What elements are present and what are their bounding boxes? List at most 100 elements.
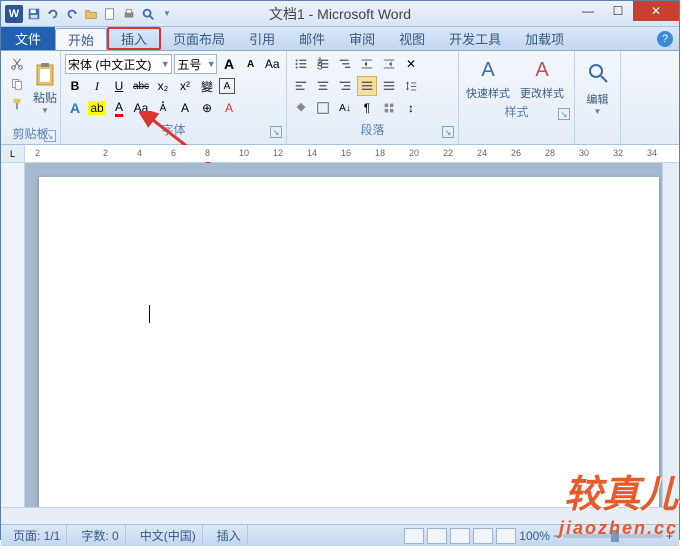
italic-button[interactable]: I: [87, 76, 107, 96]
border-char-button[interactable]: A: [219, 78, 235, 94]
shading-button[interactable]: [291, 98, 311, 118]
bullets-button[interactable]: [291, 54, 311, 74]
group-paragraph: 123 ✕ A↓ ¶ ↕ 段落↘: [287, 51, 459, 144]
clear-format-button[interactable]: A: [219, 98, 239, 118]
superscript-button[interactable]: x²: [175, 76, 195, 96]
document-page[interactable]: [39, 177, 659, 507]
status-mode[interactable]: 插入: [211, 525, 248, 546]
font-color-button[interactable]: A: [109, 98, 129, 118]
char-scale-button[interactable]: A: [175, 98, 195, 118]
decrease-indent-button[interactable]: [357, 54, 377, 74]
shrink-font-button[interactable]: A: [241, 54, 261, 74]
align-center-button[interactable]: [313, 76, 333, 96]
app-window: W ▼ 文档1 - Microsoft Word — ☐ ✕ 文件 开始 插入 …: [0, 0, 680, 540]
strike-button[interactable]: abc: [131, 76, 151, 96]
page-viewport[interactable]: [25, 163, 679, 507]
word-logo-icon: W: [5, 5, 23, 23]
font-name-combo[interactable]: ▼: [65, 54, 172, 74]
sort-button[interactable]: A↓: [335, 98, 355, 118]
ruler-corner[interactable]: L: [1, 145, 25, 162]
quick-styles-button[interactable]: A 快速样式: [463, 55, 513, 101]
change-case-button[interactable]: Aa: [262, 54, 282, 74]
numbering-button[interactable]: 123: [313, 54, 333, 74]
tab-insert[interactable]: 插入: [107, 27, 161, 50]
circle-char-button[interactable]: ⊕: [197, 98, 217, 118]
paste-button[interactable]: 粘贴 ▼: [29, 53, 61, 123]
tab-addins[interactable]: 加载项: [513, 27, 576, 50]
paragraph-launcher[interactable]: ↘: [442, 126, 454, 138]
ruler-h-track[interactable]: 2246810121416182022242628303234: [25, 145, 679, 162]
subscript-button[interactable]: x₂: [153, 76, 173, 96]
ruler-vertical[interactable]: [1, 163, 25, 507]
zoom-level[interactable]: 100%: [519, 529, 550, 543]
borders-button[interactable]: [313, 98, 333, 118]
tab-review[interactable]: 审阅: [337, 27, 387, 50]
bold-button[interactable]: B: [65, 76, 85, 96]
scrollbar-vertical[interactable]: [662, 163, 679, 507]
font-size-input[interactable]: [175, 57, 206, 71]
minimize-button[interactable]: —: [573, 1, 603, 21]
tab-view[interactable]: 视图: [387, 27, 437, 50]
quick-access-toolbar: W ▼: [1, 5, 175, 23]
close-button[interactable]: ✕: [633, 1, 679, 21]
qat-more-icon[interactable]: ▼: [159, 6, 175, 22]
underline-button[interactable]: U: [109, 76, 129, 96]
text-direction-button[interactable]: ↕: [401, 98, 421, 118]
status-language[interactable]: 中文(中国): [134, 525, 203, 546]
tab-references[interactable]: 引用: [237, 27, 287, 50]
clipboard-group-label: 剪贴板↘: [5, 123, 56, 142]
tab-file[interactable]: 文件: [1, 27, 55, 50]
status-words[interactable]: 字数: 0: [75, 525, 125, 546]
increase-indent-button[interactable]: [379, 54, 399, 74]
undo-icon[interactable]: [45, 6, 61, 22]
font-size-combo[interactable]: ▼: [174, 54, 217, 74]
distribute-button[interactable]: [379, 76, 399, 96]
format-painter-button[interactable]: [7, 95, 27, 113]
show-marks-button[interactable]: ¶: [357, 98, 377, 118]
snap-grid-button[interactable]: [379, 98, 399, 118]
chevron-down-icon[interactable]: ▼: [159, 59, 171, 69]
font-launcher[interactable]: ↘: [270, 126, 282, 138]
grow-font-button[interactable]: A: [219, 54, 239, 74]
view-outline-button[interactable]: [473, 528, 493, 544]
tab-mailings[interactable]: 邮件: [287, 27, 337, 50]
view-draft-button[interactable]: [496, 528, 516, 544]
font-name-input[interactable]: [66, 57, 159, 71]
new-icon[interactable]: [102, 6, 118, 22]
highlight-button[interactable]: ab: [87, 98, 107, 118]
text-effects-button[interactable]: A: [65, 98, 85, 118]
tab-home[interactable]: 开始: [55, 28, 107, 50]
enclose-char-button[interactable]: A̽: [153, 98, 173, 118]
paragraph-group-label: 段落↘: [291, 119, 454, 138]
phonetic-button[interactable]: 變: [197, 76, 217, 96]
change-styles-button[interactable]: A 更改样式: [517, 55, 567, 101]
status-page[interactable]: 页面: 1/1: [7, 525, 67, 546]
clipboard-launcher[interactable]: ↘: [44, 130, 56, 142]
cut-button[interactable]: [7, 55, 27, 73]
view-print-layout-button[interactable]: [404, 528, 424, 544]
maximize-button[interactable]: ☐: [603, 1, 633, 21]
open-icon[interactable]: [83, 6, 99, 22]
preview-icon[interactable]: [140, 6, 156, 22]
tab-developer[interactable]: 开发工具: [437, 27, 513, 50]
align-right-button[interactable]: [335, 76, 355, 96]
char-shading-button[interactable]: Aa: [131, 98, 151, 118]
help-icon[interactable]: ?: [657, 31, 673, 47]
asian-layout-button[interactable]: ✕: [401, 54, 421, 74]
multilevel-button[interactable]: [335, 54, 355, 74]
styles-launcher[interactable]: ↘: [558, 108, 570, 120]
save-icon[interactable]: [26, 6, 42, 22]
view-web-button[interactable]: [450, 528, 470, 544]
tab-layout[interactable]: 页面布局: [161, 27, 237, 50]
redo-icon[interactable]: [64, 6, 80, 22]
chevron-down-icon[interactable]: ▼: [206, 59, 216, 69]
ruler-horizontal[interactable]: L 2246810121416182022242628303234: [1, 145, 679, 163]
align-left-button[interactable]: [291, 76, 311, 96]
print-icon[interactable]: [121, 6, 137, 22]
line-spacing-button[interactable]: [401, 76, 421, 96]
find-button[interactable]: [580, 55, 616, 91]
justify-button[interactable]: [357, 76, 377, 96]
view-fullscreen-button[interactable]: [427, 528, 447, 544]
copy-button[interactable]: [7, 75, 27, 93]
watermark-brand: 较真儿: [559, 463, 678, 518]
